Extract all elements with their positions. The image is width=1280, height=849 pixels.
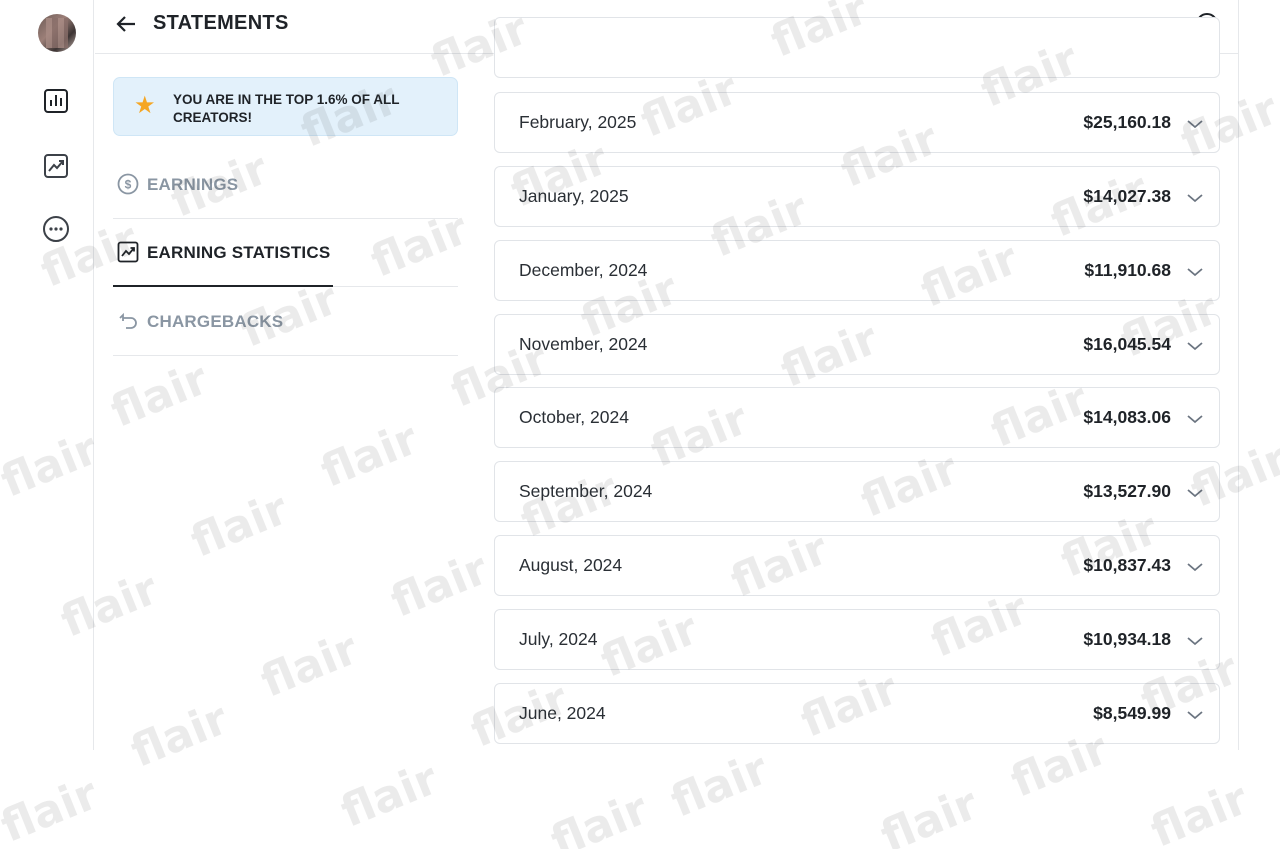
statement-amount: $14,083.06 [1083,407,1171,427]
statistics-icon[interactable] [42,87,70,115]
statement-amount: $16,045.54 [1083,334,1171,354]
svg-text:$: $ [125,178,132,192]
banner-text: YOU ARE IN THE TOP 1.6% OF ALL CREATORS! [173,92,400,125]
chevron-down-icon[interactable] [1185,409,1205,429]
watermark: flair [104,353,216,438]
undo-arrow-icon [117,310,139,332]
statement-row-partial[interactable] [494,17,1220,78]
statement-month: September, 2024 [519,481,653,501]
chevron-down-icon[interactable] [1185,114,1205,134]
watermark: flair [384,543,496,628]
top-creator-banner: ★ YOU ARE IN THE TOP 1.6% OF ALL CREATOR… [113,77,458,136]
watermark: flair [874,778,986,849]
watermark: flair [314,413,426,498]
watermark: flair [124,693,236,778]
menu-item-earning-statistics[interactable]: EARNING STATISTICS [113,219,458,287]
chevron-down-icon[interactable] [1185,705,1205,725]
chevron-down-icon[interactable] [1185,188,1205,208]
menu-label-earnings: EARNINGS [147,175,239,194]
avatar[interactable] [38,14,76,52]
statement-row[interactable]: September, 2024 $13,527.90 [494,461,1220,522]
statements-list: February, 2025 $25,160.18 January, 2025 … [494,0,1220,750]
chevron-down-icon[interactable] [1185,483,1205,503]
watermark: flair [0,768,106,849]
dollar-circle-icon: $ [117,173,139,195]
statement-row[interactable]: October, 2024 $14,083.06 [494,387,1220,448]
statement-row[interactable]: November, 2024 $16,045.54 [494,314,1220,375]
statement-amount: $10,934.18 [1083,629,1171,649]
statement-month: October, 2024 [519,407,629,427]
chevron-down-icon[interactable] [1185,631,1205,651]
statement-month: December, 2024 [519,260,648,280]
page-title: STATEMENTS [153,12,289,34]
watermark: flair [664,743,776,828]
menu-label-chargebacks: CHARGEBACKS [147,312,284,331]
statement-month: January, 2025 [519,186,629,206]
statement-row[interactable]: July, 2024 $10,934.18 [494,609,1220,670]
watermark: flair [184,483,296,568]
watermark: flair [334,753,446,838]
statement-amount: $8,549.99 [1093,703,1171,723]
trend-chart-icon [117,241,139,263]
watermark: flair [254,623,366,708]
statement-month: November, 2024 [519,334,648,354]
statement-month: July, 2024 [519,629,598,649]
chevron-down-icon[interactable] [1185,557,1205,577]
statement-row[interactable]: June, 2024 $8,549.99 [494,683,1220,744]
chevron-down-icon[interactable] [1185,336,1205,356]
trend-chart-icon[interactable] [42,152,70,180]
content-border [1238,0,1239,750]
watermark: flair [1144,773,1256,849]
back-arrow-icon[interactable] [113,11,139,37]
menu-label-earning-statistics: EARNING STATISTICS [147,243,331,262]
more-options-icon[interactable] [42,215,70,243]
chevron-down-icon[interactable] [1185,262,1205,282]
statement-amount: $25,160.18 [1083,112,1171,132]
statement-month: August, 2024 [519,555,623,575]
star-icon: ★ [134,92,156,119]
statement-month: February, 2025 [519,112,637,132]
active-tab-indicator [113,285,333,287]
menu-item-chargebacks[interactable]: CHARGEBACKS [113,288,458,356]
statement-amount: $13,527.90 [1083,481,1171,501]
icon-rail [0,0,94,750]
watermark: flair [544,783,656,849]
statement-amount: $11,910.68 [1084,260,1171,280]
statement-row[interactable]: February, 2025 $25,160.18 [494,92,1220,153]
statement-amount: $14,027.38 [1083,186,1171,206]
statement-amount: $10,837.43 [1083,555,1171,575]
menu-item-earnings[interactable]: $ EARNINGS [113,151,458,219]
statement-row[interactable]: August, 2024 $10,837.43 [494,535,1220,596]
statement-month: June, 2024 [519,703,606,723]
statement-row[interactable]: December, 2024 $11,910.68 [494,240,1220,301]
statement-row[interactable]: January, 2025 $14,027.38 [494,166,1220,227]
